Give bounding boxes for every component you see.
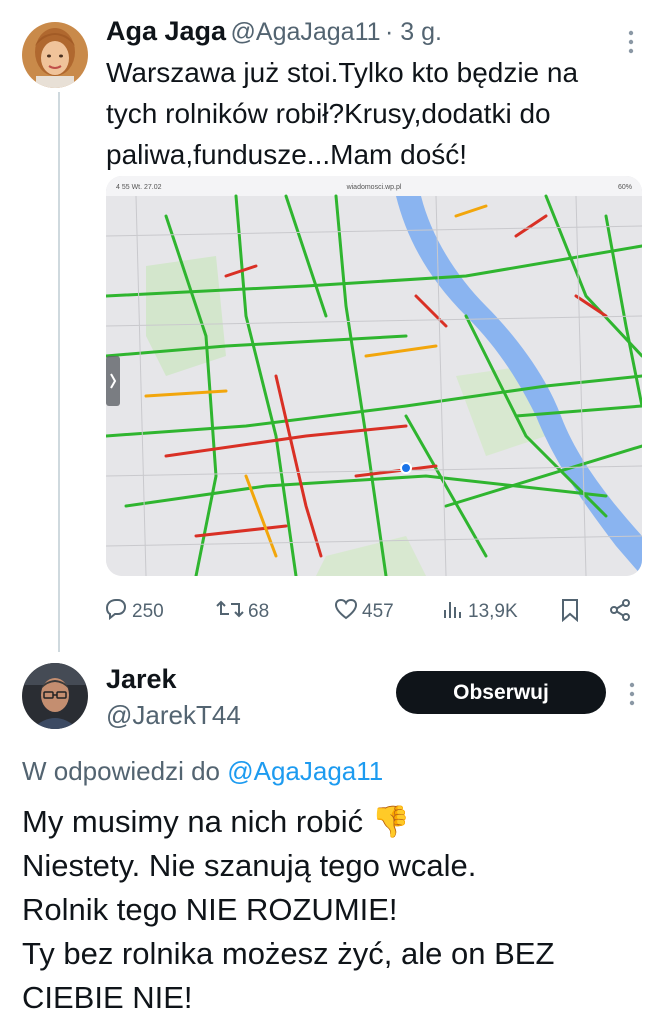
avatar-jarek[interactable] — [22, 663, 88, 729]
reply-line: Niestety. Nie szanują tego wcale. — [22, 848, 477, 883]
like-button[interactable]: 457 — [334, 598, 394, 626]
views-icon — [442, 598, 464, 626]
reply-line: My musimy na nich robić 👎 — [22, 800, 652, 844]
tweet-media-map[interactable]: 4 55 Wt. 27.02 wiadomosci.wp.pl 60% — [106, 176, 642, 576]
tweet-text: Warszawa już stoi.Tylko kto będzie na ty… — [106, 52, 646, 175]
like-icon — [334, 598, 358, 626]
tweet-time[interactable]: · 3 g. — [385, 18, 442, 46]
tweet-header: Aga Jaga @AgaJaga11 · 3 g. — [106, 16, 442, 47]
bookmark-button[interactable] — [560, 598, 580, 628]
thumbs-down-emoji: 👎 — [371, 804, 411, 839]
follow-button[interactable]: Obserwuj — [396, 671, 606, 714]
retweet-icon — [216, 598, 244, 626]
reply-line: Rolnik tego NIE ROZUMIE! — [22, 892, 398, 927]
retweet-button[interactable]: 68 — [216, 598, 269, 626]
reply-text: My musimy na nich robić 👎 Niestety. Nie … — [22, 800, 652, 1020]
retweet-count: 68 — [248, 601, 270, 622]
tweet-line: tych rolników robił?Krusy,dodatki do — [106, 98, 551, 129]
author-handle[interactable]: @AgaJaga11 — [231, 18, 381, 46]
author-name[interactable]: Aga Jaga — [106, 16, 226, 46]
reply-line: Ty bez rolnika możesz żyć, ale on BEZ — [22, 936, 555, 971]
bookmark-icon — [560, 598, 580, 628]
reply-icon — [104, 598, 128, 626]
status-url: wiadomosci.wp.pl — [346, 184, 402, 191]
tweet-actions: 250 68 457 13,9K — [104, 598, 644, 626]
more-icon[interactable] — [626, 30, 636, 54]
thread-line — [58, 92, 60, 652]
more-icon[interactable] — [628, 682, 636, 711]
views-count: 13,9K — [468, 601, 518, 622]
reply-button[interactable]: 250 — [104, 598, 164, 626]
status-left: 4 55 Wt. 27.02 — [116, 184, 162, 191]
reply-count: 250 — [132, 601, 164, 622]
avatar-aga-jaga[interactable] — [22, 22, 88, 88]
reply-to-mention[interactable]: @AgaJaga11 — [227, 756, 383, 786]
reply-line-text: My musimy na nich robić — [22, 804, 364, 839]
status-right: 60% — [618, 184, 632, 191]
reply-to-prefix: W odpowiedzi do — [22, 756, 220, 786]
reply-author-name[interactable]: Jarek — [106, 664, 177, 695]
reply-line: CIEBIE NIE! — [22, 980, 193, 1015]
tweet-line: paliwa,fundusze...Mam dość! — [106, 139, 468, 170]
views-button[interactable]: 13,9K — [442, 598, 518, 626]
like-count: 457 — [362, 601, 394, 622]
tweet-line: Warszawa już stoi.Tylko kto będzie na — [106, 57, 579, 88]
reply-context: W odpowiedzi do @AgaJaga11 — [22, 756, 383, 787]
reply-author-handle[interactable]: @JarekT44 — [106, 700, 241, 731]
share-button[interactable] — [608, 598, 632, 628]
share-icon — [608, 598, 632, 628]
